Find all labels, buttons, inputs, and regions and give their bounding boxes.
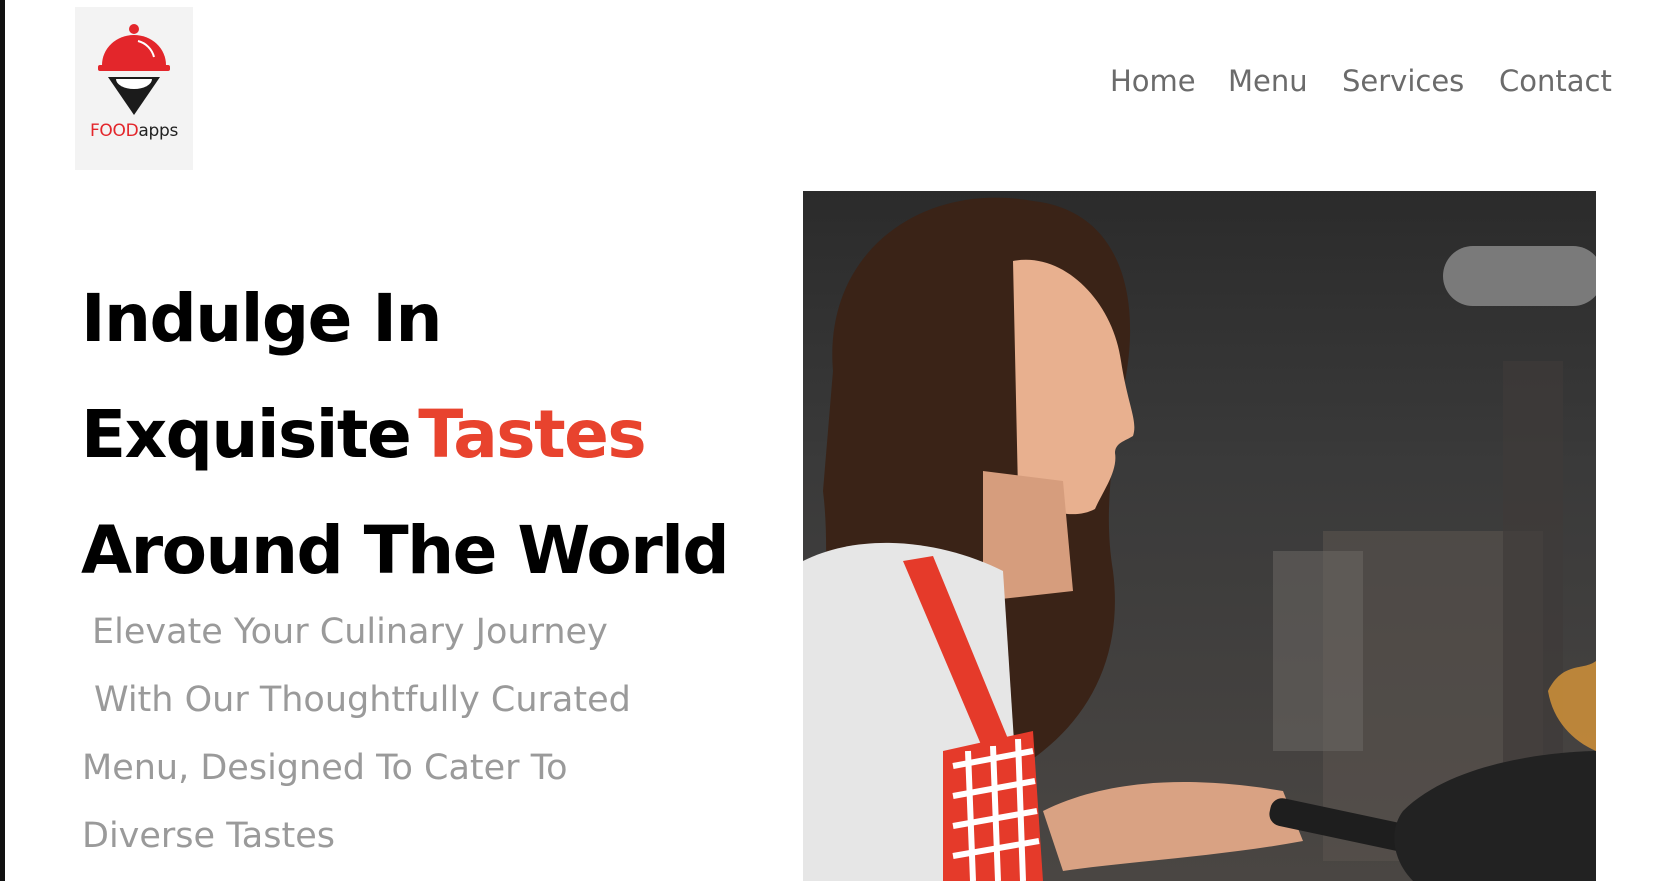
nav-contact-link[interactable]: Contact: [1499, 64, 1612, 98]
hero-title-line-3: Around The World: [81, 512, 730, 589]
logo-text-food: FOOD: [89, 121, 139, 141]
left-edge-bar: [0, 0, 5, 881]
logo-text: FOODapps: [90, 121, 178, 141]
hero-subtitle-line: Elevate Your Culinary Journey: [92, 612, 608, 652]
foodapps-logo[interactable]: FOODapps: [75, 7, 193, 170]
nav-services-link[interactable]: Services: [1342, 64, 1464, 98]
hero-chef-photo: [803, 191, 1596, 881]
hero-title-line-2: Exquisite Tastes: [81, 396, 647, 476]
nav-home-link[interactable]: Home: [1110, 64, 1196, 98]
hero-subtitle-line: Diverse Tastes: [82, 816, 335, 856]
hero-title-line-1: Indulge In: [81, 280, 442, 357]
hero-subtitle-line: With Our Thoughtfully Curated: [94, 680, 631, 720]
logo-text-apps: apps: [138, 121, 179, 141]
chef-illustration: [803, 197, 1596, 881]
hero-subtitle-line: Menu, Designed To Cater To: [82, 748, 568, 788]
nav-menu-link[interactable]: Menu: [1228, 64, 1308, 98]
hero-title-word: Exquisite: [81, 396, 412, 473]
cloche-pin-icon: [98, 24, 170, 115]
hero-title-accent-word: Tastes: [418, 396, 646, 473]
